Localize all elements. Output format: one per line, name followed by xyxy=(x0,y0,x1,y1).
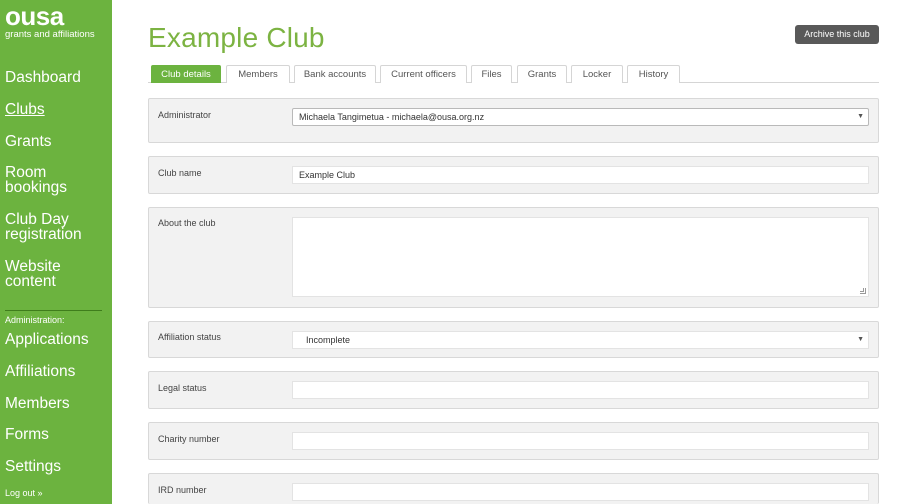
ird-number-label: IRD number xyxy=(158,485,207,495)
nav-applications[interactable]: Applications xyxy=(5,332,109,348)
nav-forms[interactable]: Forms xyxy=(5,427,109,443)
about-panel: About the club xyxy=(148,207,879,308)
nav-club-day-registration[interactable]: Club Day registration xyxy=(5,212,105,243)
charity-number-label: Charity number xyxy=(158,434,220,444)
nav-affiliations[interactable]: Affiliations xyxy=(5,364,109,380)
affiliation-status-label: Affiliation status xyxy=(158,332,221,342)
affiliation-status-select[interactable]: Incomplete ▼ xyxy=(292,331,869,349)
tab-current-officers[interactable]: Current officers xyxy=(380,65,467,83)
administrator-select[interactable]: Michaela Tangimetua - michaela@ousa.org.… xyxy=(292,108,869,126)
chevron-down-icon: ▼ xyxy=(857,113,864,120)
ird-number-input[interactable] xyxy=(292,483,869,501)
club-name-label: Club name xyxy=(158,168,202,178)
legal-status-panel: Legal status xyxy=(148,371,879,409)
chevron-down-icon: ▼ xyxy=(857,336,864,343)
sidebar-divider xyxy=(5,310,102,311)
club-name-input[interactable]: Example Club xyxy=(292,166,869,184)
logo-subtitle: grants and affiliations xyxy=(5,29,95,40)
tab-grants[interactable]: Grants xyxy=(517,65,567,83)
tab-locker[interactable]: Locker xyxy=(571,65,623,83)
about-label: About the club xyxy=(158,218,216,228)
tab-members[interactable]: Members xyxy=(226,65,290,83)
archive-club-button[interactable]: Archive this club xyxy=(795,25,879,44)
page-title: Example Club xyxy=(148,22,325,53)
resize-handle-icon[interactable] xyxy=(860,288,866,294)
nav-members[interactable]: Members xyxy=(5,396,109,412)
administrator-label: Administrator xyxy=(158,110,212,120)
charity-number-input[interactable] xyxy=(292,432,869,450)
nav-grants[interactable]: Grants xyxy=(5,134,109,150)
tab-bar: Club details Members Bank accounts Curre… xyxy=(148,65,879,83)
admin-section-label: Administration: xyxy=(5,315,65,325)
affiliation-status-panel: Affiliation status Incomplete ▼ xyxy=(148,321,879,358)
nav-clubs[interactable]: Clubs xyxy=(5,102,109,118)
sidebar: ousa grants and affiliations Dashboard C… xyxy=(0,0,112,504)
nav-room-bookings[interactable]: Room bookings xyxy=(5,165,85,196)
administrator-value: Michaela Tangimetua - michaela@ousa.org.… xyxy=(299,112,485,122)
tab-files[interactable]: Files xyxy=(471,65,512,83)
nav-settings[interactable]: Settings xyxy=(5,459,109,475)
affiliation-status-value: Incomplete xyxy=(306,335,351,345)
ird-number-panel: IRD number xyxy=(148,473,879,504)
nav-dashboard[interactable]: Dashboard xyxy=(5,70,109,86)
tab-club-details[interactable]: Club details xyxy=(151,65,221,83)
ousa-logo[interactable]: ousa xyxy=(5,3,64,29)
legal-status-input[interactable] xyxy=(292,381,869,399)
about-textarea[interactable] xyxy=(292,217,869,297)
tab-bank-accounts[interactable]: Bank accounts xyxy=(294,65,376,83)
logout-link[interactable]: Log out » xyxy=(5,488,43,498)
charity-number-panel: Charity number xyxy=(148,422,879,460)
nav-website-content[interactable]: Website content xyxy=(5,259,85,290)
tab-history[interactable]: History xyxy=(627,65,680,83)
club-name-panel: Club name Example Club xyxy=(148,156,879,194)
legal-status-label: Legal status xyxy=(158,383,207,393)
administrator-panel: Administrator Michaela Tangimetua - mich… xyxy=(148,98,879,143)
